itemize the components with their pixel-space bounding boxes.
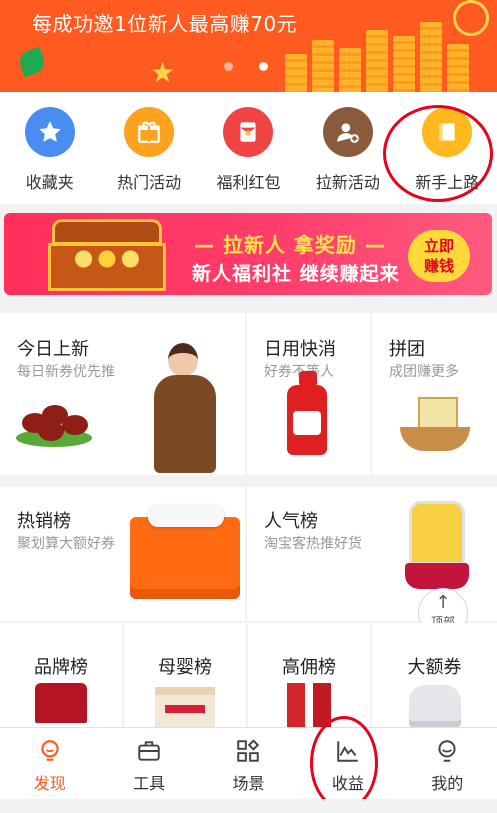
banner-headline: 每成功邀1位新人最高赚70元	[32, 12, 298, 36]
detergent-bottle-image	[287, 371, 327, 455]
card-title: 母婴榜	[158, 657, 212, 678]
quick-menu-label: 福利红包	[216, 173, 281, 192]
card-brand-rank[interactable]: 品牌榜	[0, 623, 122, 727]
card-group-buy[interactable]: 拼团 成团赚更多	[372, 313, 497, 475]
tab-discover[interactable]: 发现	[0, 728, 99, 799]
footer-strip	[0, 799, 497, 813]
leaf-decoration	[16, 46, 48, 78]
card-big-coupon[interactable]: 大额券	[372, 623, 497, 727]
health-kettle-image	[405, 501, 469, 593]
promo-subtitle: 新人福利社 继续赚起来	[192, 263, 400, 285]
tab-label: 发现	[33, 774, 66, 793]
card-title: 大额券	[407, 657, 462, 678]
annotation-circle-earnings	[310, 716, 378, 810]
quick-menu-label: 热门活动	[117, 173, 182, 192]
star-icon	[24, 107, 75, 157]
red-dates-image	[18, 401, 96, 443]
card-subtitle: 聚划算大额好券	[17, 536, 115, 552]
bulb-icon	[37, 738, 63, 764]
carousel-dots	[224, 62, 268, 71]
carousel-dot-active	[259, 62, 268, 71]
gift-icon	[124, 107, 175, 157]
quick-menu-red-envelope[interactable]: 福利红包	[199, 92, 298, 204]
nut-basket-image	[400, 397, 470, 453]
profile-icon	[434, 738, 460, 764]
tab-mine[interactable]: 我的	[398, 728, 497, 799]
jacket-image	[408, 685, 461, 727]
star-decoration: ★	[150, 56, 176, 89]
annotation-circle-guide	[383, 105, 493, 202]
earn-now-button[interactable]: 立即 赚钱	[408, 230, 470, 282]
tab-scenes[interactable]: 场景	[199, 728, 298, 799]
promo-banner[interactable]: — 拉新人 拿奖励 — 新人福利社 继续赚起来 立即 赚钱	[4, 213, 492, 295]
card-hot-sales[interactable]: 热销榜 聚划算大额好券	[0, 487, 245, 621]
quick-menu-label: 拉新活动	[315, 173, 380, 192]
red-envelope-icon	[223, 107, 274, 157]
tab-label: 场景	[232, 774, 265, 793]
add-user-icon	[322, 107, 373, 157]
briefcase-icon	[136, 738, 162, 764]
cosmetics-image	[287, 683, 331, 727]
treasure-chest-icon	[42, 219, 172, 295]
card-high-commission[interactable]: 高佣榜	[248, 623, 370, 727]
tab-label: 我的	[431, 774, 464, 793]
arrow-up-icon: ↑	[435, 592, 451, 613]
card-title: 品牌榜	[34, 657, 88, 678]
card-subtitle: 每日新券优先推	[17, 364, 115, 380]
handbag-image	[35, 683, 87, 723]
tab-label: 工具	[133, 774, 166, 793]
quick-menu-label: 收藏夹	[25, 173, 74, 192]
card-title: 热销榜	[17, 511, 71, 532]
card-subtitle: 成团赚更多	[389, 364, 459, 380]
card-title: 今日上新	[17, 339, 89, 360]
quick-menu-hot-events[interactable]: 热门活动	[99, 92, 198, 204]
promo-title: — 拉新人 拿奖励 —	[194, 233, 386, 257]
card-daily-goods[interactable]: 日用快消 好券不等人	[247, 313, 370, 475]
card-title: 拼团	[389, 339, 425, 360]
coin-bars-decoration	[285, 22, 469, 92]
quick-menu-favorites[interactable]: 收藏夹	[0, 92, 99, 204]
card-title: 人气榜	[264, 511, 318, 532]
sun-decoration	[453, 0, 489, 36]
supplement-jar-image	[155, 687, 215, 727]
tab-tools[interactable]: 工具	[99, 728, 198, 799]
carousel-dot	[224, 62, 233, 71]
card-subtitle: 淘宝客热推好货	[264, 536, 362, 552]
bottom-tab-bar: 发现 工具 场景 收益 我的	[0, 727, 497, 799]
grid-icon	[235, 738, 261, 764]
pregnant-woman-image	[150, 343, 220, 473]
card-new-today[interactable]: 今日上新 每日新券优先推	[0, 313, 245, 475]
card-title: 日用快消	[264, 339, 336, 360]
earn-now-label-1: 立即	[423, 237, 454, 255]
duvet-image	[130, 505, 240, 599]
card-title: 高佣榜	[282, 657, 336, 678]
top-banner[interactable]: 每成功邀1位新人最高赚70元 ★	[0, 0, 497, 92]
card-baby-rank[interactable]: 母婴榜	[124, 623, 246, 727]
earn-now-label-2: 赚钱	[423, 257, 454, 275]
